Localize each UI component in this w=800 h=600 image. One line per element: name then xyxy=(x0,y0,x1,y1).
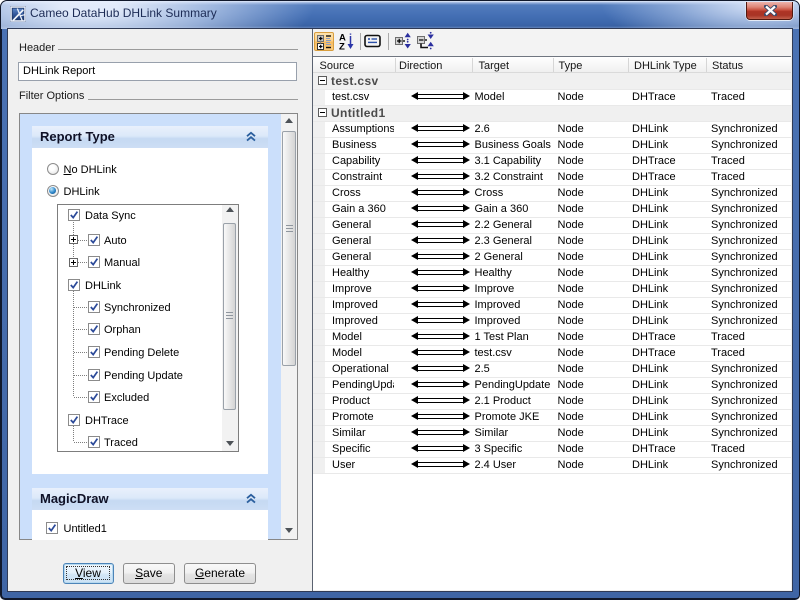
svg-text:Z: Z xyxy=(339,42,345,52)
